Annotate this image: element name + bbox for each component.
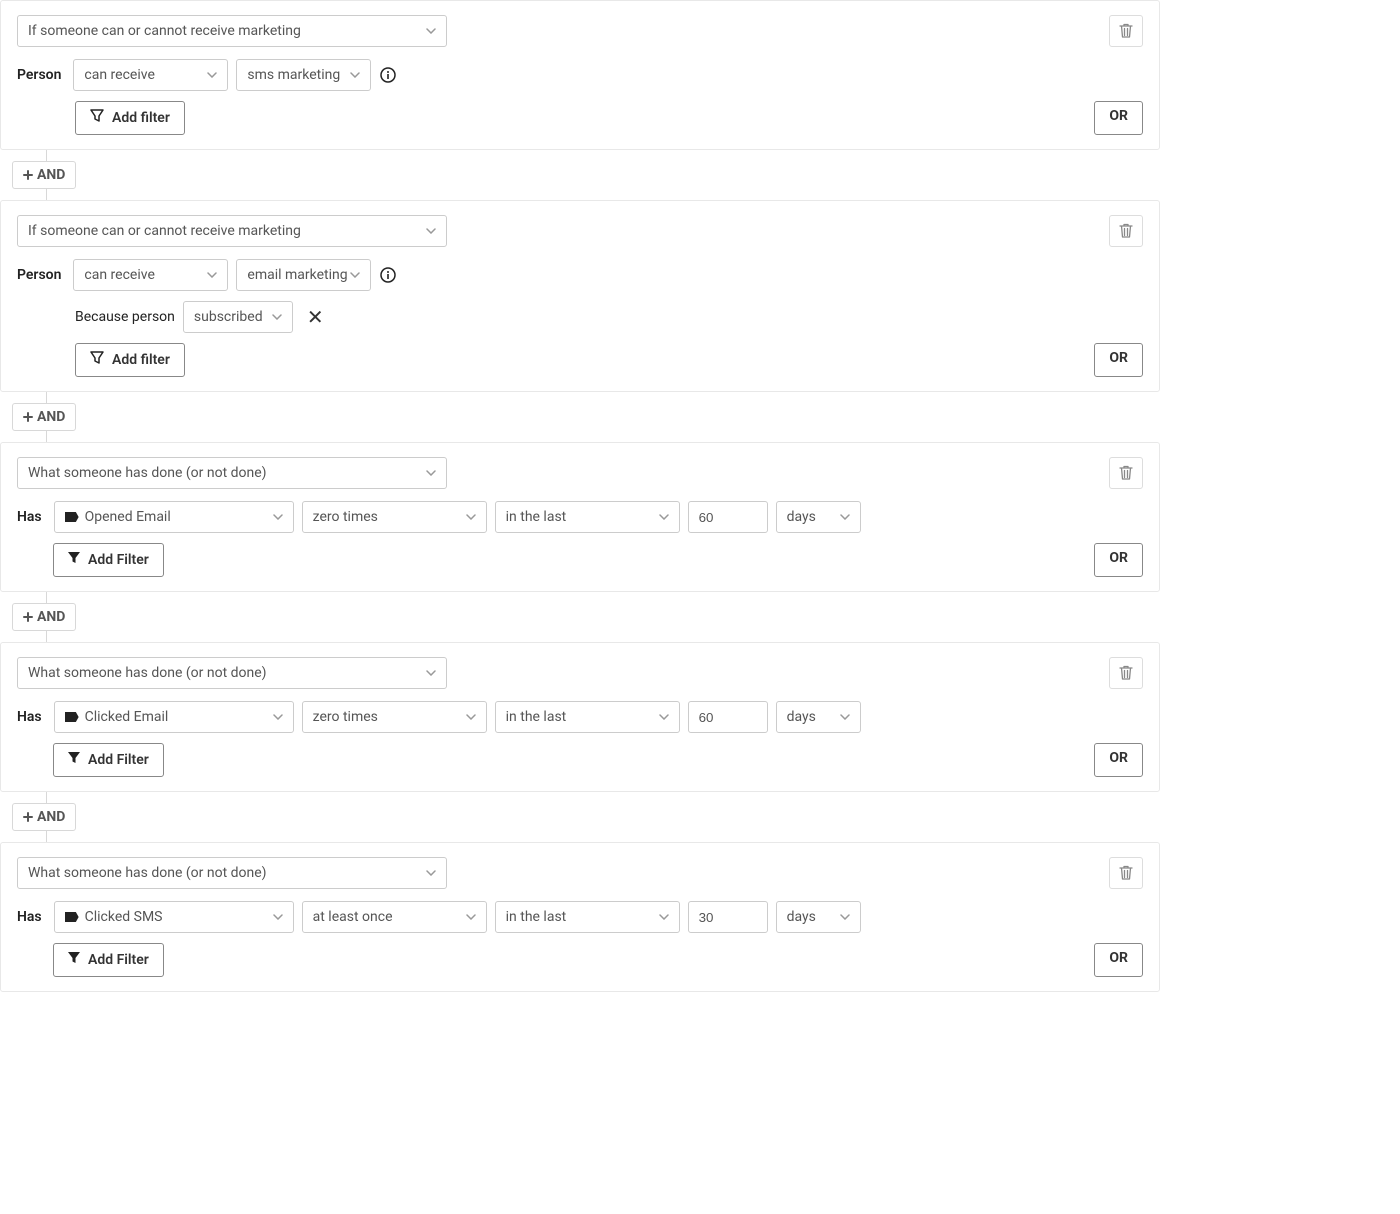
param-select[interactable]: sms marketing bbox=[236, 59, 371, 91]
add-filter-button[interactable]: Add Filter bbox=[53, 543, 164, 577]
condition-type-select[interactable]: What someone has done (or not done) bbox=[17, 657, 447, 689]
unit-select[interactable]: days bbox=[776, 901, 861, 933]
condition-type-select[interactable]: If someone can or cannot receive marketi… bbox=[17, 15, 447, 47]
condition-row: Has Clicked Emailzero timesin the last day… bbox=[17, 701, 1143, 733]
event-select[interactable]: Clicked SMS bbox=[54, 901, 294, 933]
condition-type-select[interactable]: What someone has done (or not done) bbox=[17, 857, 447, 889]
value-input[interactable] bbox=[688, 701, 768, 733]
delete-button[interactable] bbox=[1109, 215, 1143, 247]
delete-button[interactable] bbox=[1109, 657, 1143, 689]
condition-type-select[interactable]: If someone can or cannot receive marketi… bbox=[17, 215, 447, 247]
block-actions: Add Filter OR bbox=[17, 943, 1143, 977]
info-icon[interactable] bbox=[379, 266, 397, 284]
sub-condition-row: Because person subscribed ✕ bbox=[75, 301, 1143, 333]
value-input[interactable] bbox=[688, 901, 768, 933]
and-connector: AND bbox=[36, 150, 1160, 200]
unit-select[interactable]: days bbox=[776, 701, 861, 733]
add-filter-button[interactable]: Add Filter bbox=[53, 743, 164, 777]
param-select[interactable]: in the last bbox=[495, 701, 680, 733]
and-button[interactable]: AND bbox=[12, 161, 76, 189]
and-button[interactable]: AND bbox=[12, 603, 76, 631]
and-connector: AND bbox=[36, 592, 1160, 642]
condition-type-select[interactable]: What someone has done (or not done) bbox=[17, 457, 447, 489]
delete-button[interactable] bbox=[1109, 15, 1143, 47]
prefix-label: Person bbox=[17, 67, 61, 83]
and-button[interactable]: AND bbox=[12, 803, 76, 831]
block-actions: Add Filter OR bbox=[17, 743, 1143, 777]
condition-row: Has Clicked SMSat least oncein the last da… bbox=[17, 901, 1143, 933]
tag-icon bbox=[65, 712, 79, 722]
unit-select[interactable]: days bbox=[776, 501, 861, 533]
and-connector: AND bbox=[36, 792, 1160, 842]
param-select[interactable]: email marketing bbox=[236, 259, 371, 291]
block-actions: Add filter OR bbox=[17, 101, 1143, 135]
event-select[interactable]: Opened Email bbox=[54, 501, 294, 533]
param-select[interactable]: zero times bbox=[302, 501, 487, 533]
prefix-label: Has bbox=[17, 509, 42, 525]
or-button[interactable]: OR bbox=[1094, 943, 1143, 977]
param-select[interactable]: can receive bbox=[73, 259, 228, 291]
condition-row: Person can receiveemail marketing bbox=[17, 259, 1143, 291]
close-icon[interactable]: ✕ bbox=[301, 305, 330, 329]
condition-row: Has Opened Emailzero timesin the last days bbox=[17, 501, 1143, 533]
param-select[interactable]: can receive bbox=[73, 59, 228, 91]
tag-icon bbox=[65, 512, 79, 522]
filter-icon bbox=[68, 952, 80, 968]
param-select[interactable]: at least once bbox=[302, 901, 487, 933]
or-button[interactable]: OR bbox=[1094, 743, 1143, 777]
block-actions: Add Filter OR bbox=[17, 543, 1143, 577]
sub-select[interactable]: subscribed bbox=[183, 301, 293, 333]
prefix-label: Person bbox=[17, 267, 61, 283]
condition-block: What someone has done (or not done) Has Op… bbox=[0, 442, 1160, 592]
or-button[interactable]: OR bbox=[1094, 343, 1143, 377]
or-button[interactable]: OR bbox=[1094, 543, 1143, 577]
event-select[interactable]: Clicked Email bbox=[54, 701, 294, 733]
condition-row: Person can receivesms marketing bbox=[17, 59, 1143, 91]
filter-icon bbox=[68, 552, 80, 568]
filter-icon bbox=[68, 752, 80, 768]
condition-block: If someone can or cannot receive marketi… bbox=[0, 200, 1160, 392]
info-icon[interactable] bbox=[379, 66, 397, 84]
and-connector: AND bbox=[36, 392, 1160, 442]
block-actions: Add filter OR bbox=[17, 343, 1143, 377]
add-filter-button[interactable]: Add filter bbox=[75, 343, 185, 377]
param-select[interactable]: zero times bbox=[302, 701, 487, 733]
add-filter-button[interactable]: Add filter bbox=[75, 101, 185, 135]
filter-icon bbox=[90, 351, 104, 369]
param-select[interactable]: in the last bbox=[495, 501, 680, 533]
tag-icon bbox=[65, 912, 79, 922]
delete-button[interactable] bbox=[1109, 857, 1143, 889]
delete-button[interactable] bbox=[1109, 457, 1143, 489]
condition-block: What someone has done (or not done) Has Cl… bbox=[0, 842, 1160, 992]
prefix-label: Has bbox=[17, 909, 42, 925]
filter-icon bbox=[90, 109, 104, 127]
value-input[interactable] bbox=[688, 501, 768, 533]
add-filter-button[interactable]: Add Filter bbox=[53, 943, 164, 977]
and-button[interactable]: AND bbox=[12, 403, 76, 431]
prefix-label: Has bbox=[17, 709, 42, 725]
sub-label: Because person bbox=[75, 309, 175, 325]
condition-block: If someone can or cannot receive marketi… bbox=[0, 0, 1160, 150]
condition-block: What someone has done (or not done) Has Cl… bbox=[0, 642, 1160, 792]
param-select[interactable]: in the last bbox=[495, 901, 680, 933]
or-button[interactable]: OR bbox=[1094, 101, 1143, 135]
